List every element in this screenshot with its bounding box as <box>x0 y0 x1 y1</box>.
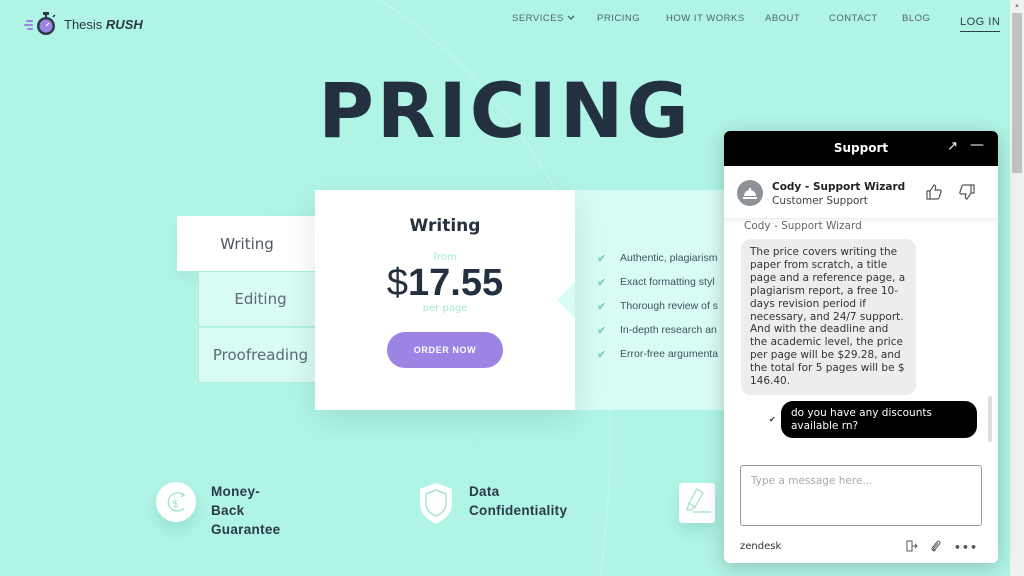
message-sender-label: Cody - Support Wizard <box>744 220 862 232</box>
highlighter-icon <box>679 483 715 523</box>
check-icon: ✔ <box>597 324 607 337</box>
feature-text: Error-free argumenta <box>620 348 719 360</box>
benefit-money-back: $ Money- Back Guarantee <box>156 482 280 539</box>
nav-pricing[interactable]: PRICING <box>597 13 640 24</box>
check-icon: ✔ <box>597 348 607 361</box>
tab-label: Editing <box>234 290 287 308</box>
agent-message-bubble: The price covers writing the paper from … <box>741 239 916 395</box>
support-chat-widget: Support ↗ — Cody - Support Wizard Custom… <box>724 131 998 563</box>
check-icon: ✔ <box>597 276 607 289</box>
card-title: Writing <box>409 216 481 236</box>
svg-text:$: $ <box>172 497 179 510</box>
popout-icon[interactable]: ↗ <box>947 139 958 154</box>
feature-item: ✔ Error-free argumenta <box>597 342 718 366</box>
agent-info-bar: Cody - Support Wizard Customer Support <box>724 166 998 219</box>
features-panel: ✔ Authentic, plagiarism ✔ Exact formatting… <box>575 190 735 410</box>
feature-text: In-depth research an <box>620 324 717 336</box>
feature-item: ✔ Authentic, plagiarism <box>597 246 718 270</box>
stopwatch-logo-icon <box>24 12 56 35</box>
tab-label: Proofreading <box>212 346 309 364</box>
tab-label: Writing <box>220 234 274 253</box>
page-scrollbar[interactable]: ▲ <box>1010 0 1024 576</box>
tab-editing[interactable]: Editing <box>198 272 318 327</box>
check-icon: ✔ <box>597 300 607 313</box>
user-message-bubble: do you have any discounts available rn? <box>781 401 977 438</box>
agent-name: Cody - Support Wizard <box>772 181 906 193</box>
chat-footer-actions: ••• <box>906 540 978 555</box>
chat-header: Support ↗ — <box>724 131 998 166</box>
scroll-up-arrow-icon[interactable]: ▲ <box>1014 3 1020 9</box>
order-now-button[interactable]: ORDER NOW <box>387 332 503 368</box>
shield-icon <box>418 482 454 526</box>
feature-text: Authentic, plagiarism <box>620 252 718 264</box>
login-link[interactable]: LOG IN <box>960 16 1001 32</box>
chevron-down-icon <box>567 15 575 20</box>
logo-text: Thesis RUSH <box>64 16 143 32</box>
feature-list: ✔ Authentic, plagiarism ✔ Exact formatting… <box>597 246 718 366</box>
chat-message-input[interactable] <box>740 465 982 526</box>
zendesk-brand[interactable]: zendesk <box>740 541 781 552</box>
thumbs-down-icon[interactable] <box>958 183 976 201</box>
feature-item: ✔ Exact formatting styl <box>597 270 718 294</box>
minimize-icon[interactable]: — <box>970 137 984 153</box>
price-card: Writing from $17.55 per page ORDER NOW <box>315 190 575 410</box>
service-bell-icon <box>743 188 757 199</box>
feature-item: ✔ In-depth research an <box>597 318 718 342</box>
nav-how-it-works[interactable]: HOW IT WORKS <box>666 13 745 24</box>
nav-services[interactable]: SERVICES <box>512 13 575 24</box>
nav-about[interactable]: ABOUT <box>765 13 800 24</box>
chat-scrollbar[interactable] <box>988 396 992 442</box>
currency-symbol: $ <box>386 262 409 304</box>
benefit-text: Data Confidentiality <box>469 484 568 518</box>
price-amount: 17.55 <box>408 262 504 304</box>
feature-item: ✔ Thorough review of s <box>597 294 718 318</box>
thumbs-up-icon[interactable] <box>925 183 943 201</box>
money-back-icon: $ <box>156 482 196 522</box>
price-value: $17.55 <box>315 263 575 303</box>
benefit-text: Money- Back Guarantee <box>211 484 281 537</box>
logo[interactable]: Thesis RUSH <box>24 11 143 37</box>
benefit-data-confidentiality: Data Confidentiality <box>418 482 567 526</box>
nav-blog[interactable]: BLOG <box>902 13 930 24</box>
attachment-icon[interactable] <box>930 540 942 555</box>
agent-avatar <box>737 180 763 206</box>
feature-text: Thorough review of s <box>620 300 719 312</box>
tab-proofreading[interactable]: Proofreading <box>198 328 318 383</box>
sent-checkmark-icon: ✔ <box>769 415 776 424</box>
scrollbar-thumb[interactable] <box>1012 13 1022 173</box>
more-options-icon[interactable]: ••• <box>954 541 978 554</box>
price-unit-label: per page <box>422 303 468 314</box>
nav-contact[interactable]: CONTACT <box>829 13 878 24</box>
card-notch <box>557 282 575 318</box>
check-icon: ✔ <box>597 252 607 265</box>
benefit-editing <box>679 483 715 523</box>
tab-writing[interactable]: Writing <box>177 216 317 271</box>
end-chat-icon[interactable] <box>906 540 918 555</box>
agent-role: Customer Support <box>772 195 868 207</box>
feature-text: Exact formatting styl <box>620 276 715 288</box>
